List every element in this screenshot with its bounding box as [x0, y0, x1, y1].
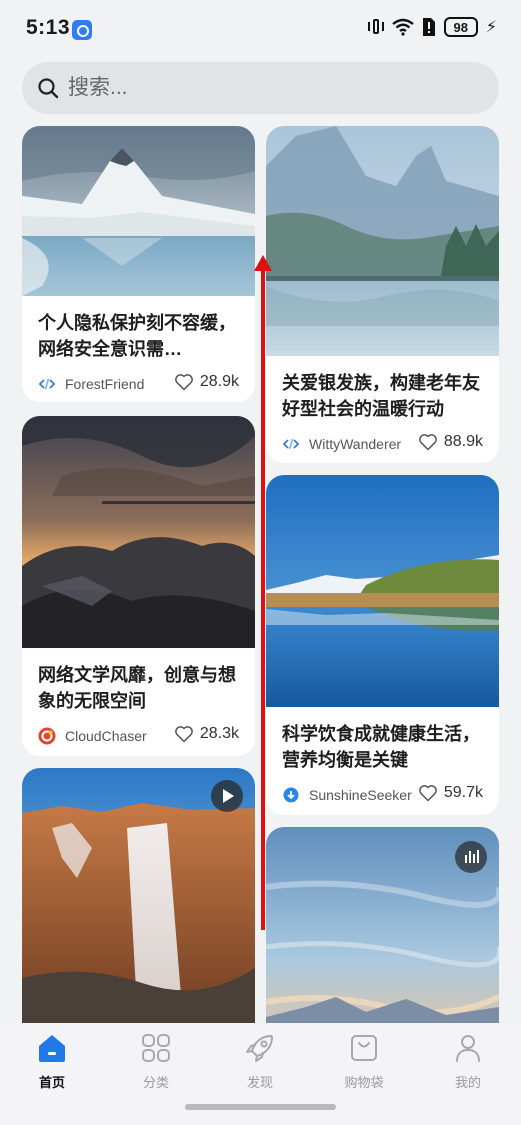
person-icon[interactable]: [451, 1031, 485, 1065]
like-button[interactable]: 59.7k: [418, 783, 483, 803]
author-name[interactable]: ForestFriend: [65, 376, 144, 392]
card-meta: CloudChaser 28.3k: [38, 724, 239, 748]
feed-card[interactable]: 网络文学风靡，创意与想象的无限空间 CloudChaser 28.3k: [22, 416, 255, 756]
card-title[interactable]: 科学饮食成就健康生活，营养均衡是关键: [266, 721, 499, 773]
rocket-icon[interactable]: [243, 1031, 277, 1065]
like-count: 88.9k: [443, 433, 483, 450]
like-count: 59.7k: [443, 784, 483, 801]
like-button[interactable]: 28.3k: [174, 724, 239, 744]
author-name[interactable]: SunshineSeeker: [309, 787, 412, 803]
battery-indicator: 98: [443, 17, 478, 37]
status-time: 5:13: [26, 16, 71, 39]
home-icon[interactable]: [35, 1031, 69, 1065]
card-title[interactable]: 关爱银发族，构建老年友好型社会的温暖行动: [266, 370, 499, 422]
card-meta: WittyWanderer 88.9k: [282, 432, 483, 456]
code-icon: [38, 378, 56, 390]
card-meta: SunshineSeeker 59.7k: [282, 783, 483, 807]
card-image[interactable]: [22, 416, 255, 648]
charging-icon: ⚡: [485, 19, 497, 36]
shopping-bag-icon[interactable]: [347, 1031, 381, 1065]
nav-item-category[interactable]: 分类: [121, 1031, 191, 1091]
heart-icon[interactable]: [174, 372, 194, 392]
nav-item-discover[interactable]: 发现: [225, 1031, 295, 1091]
like-button[interactable]: 28.9k: [174, 372, 239, 392]
nav-item-profile[interactable]: 我的: [433, 1031, 503, 1091]
grid-icon[interactable]: [139, 1031, 173, 1065]
card-image[interactable]: [266, 827, 499, 1024]
author-name[interactable]: CloudChaser: [65, 728, 147, 744]
sim-alert-icon: [422, 18, 435, 36]
app-notification-icon: [72, 20, 92, 40]
heart-icon[interactable]: [418, 783, 438, 803]
feed-card[interactable]: 科学饮食成就健康生活，营养均衡是关键 SunshineSeeker 59.7k: [266, 475, 499, 815]
nav-label: 首页: [38, 1075, 65, 1090]
status-bar: 5:13 98 ⚡: [0, 0, 521, 60]
vibrate-icon: [367, 17, 384, 37]
heart-icon[interactable]: [174, 724, 194, 744]
search-bar[interactable]: [22, 62, 499, 114]
card-image[interactable]: [22, 768, 255, 1024]
nav-label: 购物袋: [344, 1075, 384, 1090]
card-title[interactable]: 网络文学风靡，创意与想象的无限空间: [22, 662, 255, 714]
status-icons: 98 ⚡: [367, 17, 497, 37]
like-count: 28.3k: [199, 725, 239, 742]
feed-card[interactable]: [22, 768, 255, 1024]
nav-label: 我的: [454, 1075, 481, 1090]
code-icon: [282, 438, 300, 450]
play-icon[interactable]: [211, 780, 243, 812]
home-indicator[interactable]: [185, 1104, 336, 1110]
card-meta: ForestFriend 28.9k: [38, 372, 239, 396]
like-count: 28.9k: [199, 373, 239, 390]
nav-label: 分类: [142, 1075, 169, 1090]
search-icon[interactable]: [37, 77, 59, 99]
wifi-icon: [392, 18, 414, 36]
like-button[interactable]: 88.9k: [418, 432, 483, 452]
swipe-up-arrow-icon: [254, 255, 272, 930]
nav-item-home[interactable]: 首页: [17, 1031, 87, 1091]
card-image[interactable]: [266, 475, 499, 707]
feed-card[interactable]: 个人隐私保护刻不容缓，网络安全意识需… ForestFriend 28.9k: [22, 126, 255, 402]
nav-label: 发现: [246, 1075, 273, 1090]
card-title[interactable]: 个人隐私保护刻不容缓，网络安全意识需…: [22, 310, 255, 362]
blue-download-icon: [283, 787, 299, 803]
feed-card[interactable]: [266, 827, 499, 1024]
red-circle-logo-icon: [38, 727, 56, 745]
heart-icon[interactable]: [418, 432, 438, 452]
nav-item-shopping-bag[interactable]: 购物袋: [329, 1031, 399, 1091]
audio-icon[interactable]: [455, 841, 487, 873]
feed-card[interactable]: 关爱银发族，构建老年友好型社会的温暖行动 WittyWanderer 88.9k: [266, 126, 499, 463]
card-image[interactable]: [22, 126, 255, 296]
author-name[interactable]: WittyWanderer: [309, 436, 401, 452]
card-image[interactable]: [266, 126, 499, 356]
search-input[interactable]: [68, 62, 468, 114]
